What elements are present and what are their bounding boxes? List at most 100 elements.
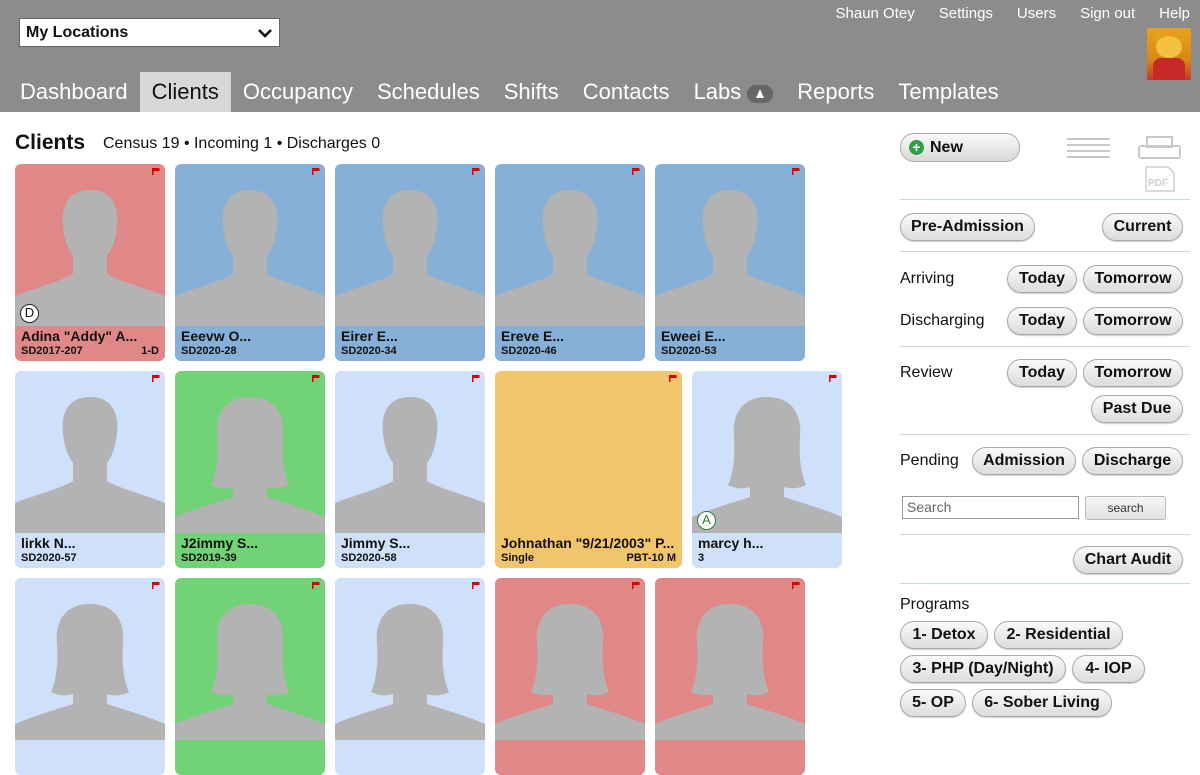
user-name-link[interactable]: Shaun Otey (836, 5, 915, 22)
current-button[interactable]: Current (1102, 213, 1183, 241)
client-silhouette-icon (655, 604, 805, 740)
client-card[interactable]: J2immy S... SD2019-39 (175, 371, 325, 568)
client-silhouette-icon (495, 604, 645, 740)
review-past-due-button[interactable]: Past Due (1091, 395, 1183, 423)
nav-schedules[interactable]: Schedules (365, 72, 492, 112)
divider (900, 534, 1190, 535)
nav-shifts[interactable]: Shifts (492, 72, 571, 112)
nav-contacts[interactable]: Contacts (571, 72, 682, 112)
client-card[interactable] (15, 578, 165, 775)
nav-reports[interactable]: Reports (785, 72, 886, 112)
flag-icon[interactable] (792, 168, 800, 175)
client-silhouette-icon (175, 604, 325, 740)
new-client-button[interactable]: + New (900, 133, 1020, 162)
page-title: Clients (15, 131, 86, 154)
divider (900, 251, 1190, 252)
review-today-button[interactable]: Today (1007, 359, 1077, 387)
help-link[interactable]: Help (1159, 5, 1190, 22)
client-card[interactable]: Jimmy S... SD2020-58 (335, 371, 485, 568)
client-silhouette-icon (335, 397, 485, 533)
client-extra: 1-D (141, 345, 159, 357)
flag-icon[interactable] (312, 375, 320, 382)
flag-icon[interactable] (472, 582, 480, 589)
flag-icon[interactable] (472, 168, 480, 175)
client-card[interactable]: Eirer E... SD2020-34 (335, 164, 485, 361)
client-id: Single (501, 552, 535, 564)
location-select-value: My Locations (26, 23, 129, 41)
flag-icon[interactable] (472, 375, 480, 382)
client-name: Johnathan "9/21/2003" P... (501, 535, 675, 551)
flag-icon[interactable] (632, 168, 640, 175)
nav-templates[interactable]: Templates (886, 72, 1010, 112)
client-card[interactable]: Eweei E... SD2020-53 (655, 164, 805, 361)
program-php-button[interactable]: 3- PHP (Day/Night) (900, 655, 1066, 683)
flag-icon[interactable] (312, 168, 320, 175)
client-card[interactable] (175, 578, 325, 775)
client-silhouette-icon (495, 190, 645, 326)
flag-icon[interactable] (669, 375, 677, 382)
divider (900, 346, 1190, 347)
program-detox-button[interactable]: 1- Detox (900, 621, 988, 649)
program-op-button[interactable]: 5- OP (900, 689, 966, 717)
search-input[interactable]: Search (902, 496, 1079, 519)
users-link[interactable]: Users (1017, 5, 1056, 22)
nav-labs[interactable]: Labs (682, 72, 786, 112)
chevron-down-icon (258, 29, 272, 38)
client-silhouette-icon (15, 604, 165, 740)
flag-icon[interactable] (632, 582, 640, 589)
printer-icon[interactable] (1137, 136, 1182, 160)
client-silhouette-icon (335, 190, 485, 326)
client-card[interactable] (335, 578, 485, 775)
flag-icon[interactable] (792, 582, 800, 589)
nav-dashboard[interactable]: Dashboard (8, 72, 140, 112)
sign-out-link[interactable]: Sign out (1080, 5, 1135, 22)
flag-icon[interactable] (152, 582, 160, 589)
client-card[interactable] (655, 578, 805, 775)
chart-audit-button[interactable]: Chart Audit (1073, 546, 1183, 574)
client-id: SD2020-46 (501, 345, 557, 357)
client-card[interactable]: Johnathan "9/21/2003" P... Single PBT-10 M (495, 371, 682, 568)
discharging-tomorrow-button[interactable]: Tomorrow (1083, 307, 1183, 335)
avatar[interactable] (1147, 28, 1191, 80)
nav-labs-label: Labs (693, 79, 742, 104)
client-card[interactable] (495, 578, 645, 775)
pending-label: Pending (900, 452, 959, 469)
pdf-icon[interactable]: PDF (1143, 166, 1176, 192)
list-view-icon[interactable] (1067, 138, 1110, 160)
divider (900, 199, 1190, 200)
new-label: New (930, 138, 963, 156)
pdf-icon-label: PDF (1148, 178, 1168, 189)
client-id: SD2020-28 (181, 345, 237, 357)
flag-icon[interactable] (152, 375, 160, 382)
arriving-today-button[interactable]: Today (1007, 265, 1077, 293)
flag-icon[interactable] (829, 375, 837, 382)
program-sober-living-button[interactable]: 6- Sober Living (972, 689, 1112, 717)
discharging-today-button[interactable]: Today (1007, 307, 1077, 335)
flag-icon[interactable] (152, 168, 160, 175)
pending-admission-button[interactable]: Admission (972, 447, 1076, 475)
pre-admission-button[interactable]: Pre-Admission (900, 213, 1035, 241)
review-tomorrow-button[interactable]: Tomorrow (1083, 359, 1183, 387)
client-name: Eeevw O... (181, 328, 252, 344)
client-silhouette-icon (175, 190, 325, 326)
client-card[interactable]: marcy h... 3 A (692, 371, 842, 568)
pending-discharge-button[interactable]: Discharge (1082, 447, 1183, 475)
nav-clients[interactable]: Clients (139, 72, 231, 112)
client-card[interactable]: Eeevw O... SD2020-28 (175, 164, 325, 361)
program-residential-button[interactable]: 2- Residential (994, 621, 1123, 649)
arriving-tomorrow-button[interactable]: Tomorrow (1083, 265, 1183, 293)
settings-link[interactable]: Settings (939, 5, 993, 22)
main-nav: Dashboard Clients Occupancy Schedules Sh… (8, 72, 1011, 112)
client-card[interactable]: lirkk N... SD2020-57 (15, 371, 165, 568)
client-card[interactable]: Adina "Addy" A... SD2017-207 1-D D (15, 164, 165, 361)
client-name: Eirer E... (341, 328, 398, 344)
flag-icon[interactable] (312, 582, 320, 589)
program-iop-button[interactable]: 4- IOP (1072, 655, 1145, 683)
client-silhouette-icon (692, 397, 842, 533)
location-select[interactable]: My Locations (19, 18, 280, 47)
client-card[interactable]: Ereve E... SD2020-46 (495, 164, 645, 361)
client-name: J2immy S... (181, 535, 259, 551)
nav-occupancy[interactable]: Occupancy (231, 72, 365, 112)
search-button[interactable]: search (1085, 496, 1166, 520)
top-bar: My Locations Shaun Otey Settings Users S… (0, 0, 1200, 112)
